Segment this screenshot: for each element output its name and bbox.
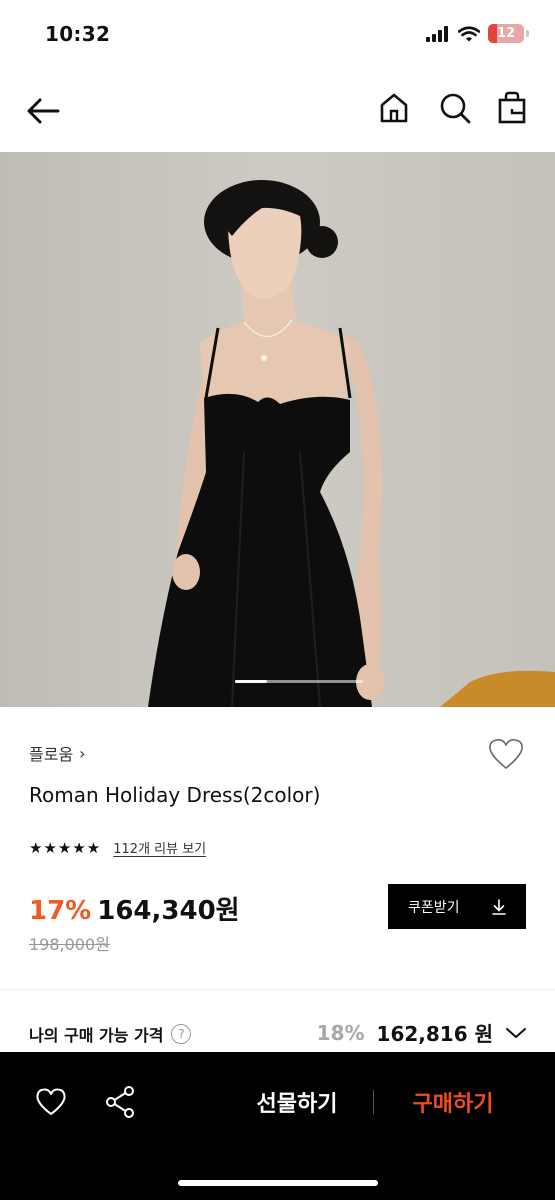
product-photo (0, 152, 555, 707)
divider (373, 1090, 374, 1114)
rating-stars: ★★★★★ (29, 838, 102, 857)
share-icon[interactable] (104, 1085, 136, 1119)
price-row: 17% 164,340원 (29, 890, 240, 927)
review-link[interactable]: 112개 리뷰 보기 (113, 838, 206, 857)
discount-rate: 17% (29, 896, 92, 926)
battery-icon: 12 (488, 24, 524, 43)
home-indicator (178, 1180, 378, 1186)
coupon-button[interactable]: 쿠폰받기 (388, 884, 526, 929)
status-bar: 10:32 12 (0, 0, 555, 70)
image-pager-active (235, 680, 267, 683)
my-price-row[interactable]: 나의 구매 가능 가격 ? 18% 162,816 원 (29, 1018, 527, 1050)
bottom-action-bar: 선물하기 구매하기 (0, 1052, 555, 1200)
coupon-label: 쿠폰받기 (408, 899, 460, 916)
buy-button[interactable]: 구매하기 (392, 1086, 514, 1122)
sale-price: 164,340원 (97, 896, 240, 926)
wifi-icon (458, 25, 480, 41)
brand-link[interactable]: 플로움 › (29, 741, 86, 765)
shopping-bag-icon[interactable] (494, 90, 530, 126)
heart-icon[interactable] (35, 1086, 67, 1118)
divider (0, 989, 555, 990)
status-time: 10:32 (45, 22, 111, 46)
my-price-values: 18% 162,816 원 (317, 1018, 527, 1047)
status-icons: 12 (426, 24, 529, 43)
chevron-down-icon[interactable] (505, 1026, 527, 1040)
battery-level: 12 (496, 26, 516, 41)
my-price-label-text: 나의 구매 가능 가격 (29, 1026, 164, 1045)
rating-row: ★★★★★ 112개 리뷰 보기 (29, 838, 206, 858)
cellular-icon (426, 25, 448, 42)
download-icon (492, 898, 506, 915)
gift-button[interactable]: 선물하기 (236, 1086, 358, 1122)
heart-icon[interactable] (487, 736, 525, 772)
home-icon[interactable] (376, 90, 412, 126)
my-price-label: 나의 구매 가능 가격 ? (29, 1022, 192, 1046)
product-title: Roman Holiday Dress(2color) (29, 783, 321, 807)
original-price: 198,000원 (29, 935, 110, 954)
back-arrow-icon[interactable] (24, 92, 64, 132)
nav-bar (0, 70, 555, 152)
brand-name: 플로움 (29, 745, 74, 764)
my-price: 162,816 원 (376, 1022, 493, 1046)
image-pager (235, 680, 363, 683)
product-image[interactable] (0, 152, 555, 707)
help-icon[interactable]: ? (171, 1024, 192, 1044)
my-discount-rate: 18% (316, 1020, 365, 1045)
search-icon[interactable] (437, 90, 473, 126)
chevron-right-icon: › (79, 743, 86, 763)
